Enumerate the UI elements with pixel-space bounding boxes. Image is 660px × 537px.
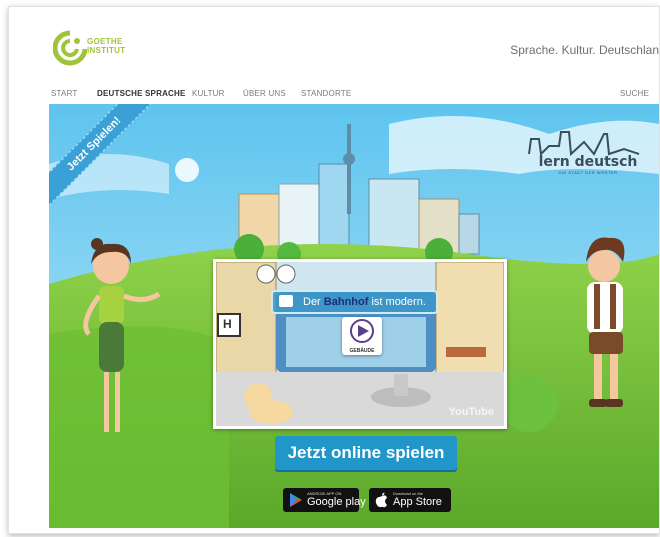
logo-line-1: GOETHE [87, 37, 123, 46]
nav-item-ueber-uns[interactable]: ÜBER UNS [243, 89, 286, 98]
sentence-word-3: ist modern. [371, 296, 426, 308]
app-store-badge[interactable]: Download on the App Store [369, 488, 451, 512]
logo-line-2: INSTITUT [87, 46, 126, 55]
hero-banner: Jetzt Spielen! lern deutsch DIE STADT DE… [49, 104, 659, 528]
play-online-button[interactable]: Jetzt online spielen [275, 436, 457, 470]
sun [175, 158, 199, 182]
nav-item-deutsche-sprache[interactable]: DEUTSCHE SPRACHE [97, 89, 186, 98]
nav-item-start[interactable]: START [51, 89, 77, 98]
goethe-logo[interactable]: GOETHE INSTITUT [52, 29, 137, 69]
main-nav: START DEUTSCHE SPRACHE KULTUR ÜBER UNS S… [9, 89, 659, 103]
play-button[interactable]: GEBÄUDE [342, 317, 382, 355]
nav-item-kultur[interactable]: KULTUR [192, 89, 225, 98]
brand-title: lern deutsch [538, 154, 638, 170]
app-store-label: App Store [393, 496, 442, 508]
play-store-icon [290, 493, 302, 507]
speech-bubble: Der Bahnhof ist modern. [271, 290, 438, 314]
brand-subtitle: DIE STADT DER WÖRTER [558, 170, 618, 175]
google-play-label: Google play [307, 496, 366, 508]
play-icon [350, 319, 374, 343]
speaker-icon[interactable] [279, 295, 293, 307]
bus-stop-sign: H [223, 317, 232, 331]
video-player[interactable]: H Der Bahnhof ist modern. GEBÄUDE YouTub… [213, 259, 507, 429]
goethe-logo-icon [52, 30, 88, 66]
youtube-logo[interactable]: YouTube [449, 406, 494, 418]
play-label: GEBÄUDE [349, 348, 375, 354]
grass-slope [49, 326, 229, 528]
nav-item-standorte[interactable]: STANDORTE [301, 89, 351, 98]
nav-search[interactable]: SUCHE [620, 89, 649, 98]
logo-text: GOETHE INSTITUT [87, 37, 125, 55]
site-header: GOETHE INSTITUT Sprache. Kultur. Deutsch… [9, 7, 659, 83]
site-tagline: Sprache. Kultur. Deutschlan [510, 43, 659, 57]
browser-page: GOETHE INSTITUT Sprache. Kultur. Deutsch… [8, 6, 660, 534]
sentence-word-1: Der [303, 296, 321, 308]
sentence-highlight: Bahnhof [323, 296, 369, 308]
google-play-badge[interactable]: ANDROID APP ON Google play [283, 488, 366, 512]
apple-icon [375, 492, 387, 508]
lern-deutsch-brand: lern deutsch DIE STADT DER WÖRTER [533, 154, 643, 175]
